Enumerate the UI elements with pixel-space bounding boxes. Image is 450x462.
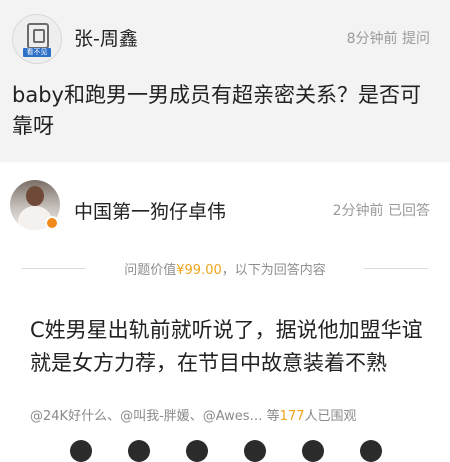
question-text: baby和跑男一男成员有超亲密关系？是否可靠呀 [12, 83, 421, 138]
asker-name[interactable]: 张-周鑫 [74, 24, 138, 51]
divider-line-right [364, 268, 428, 269]
logo-icon [27, 23, 49, 49]
question-card: 看不见 张-周鑫 8分钟前 提问 baby和跑男一男成员有超亲密关系？是否可靠呀 [0, 0, 450, 162]
viewer-suffix: 人已围观 [304, 409, 357, 424]
avatar-badge: 看不见 [23, 48, 51, 57]
viewers-line[interactable]: @24K好什么、@叫我-胖媛、@Awes… 等177人已围观 [30, 405, 357, 424]
verified-icon [45, 216, 59, 230]
viewer-count: 177 [279, 409, 305, 424]
price-value: ¥99.00 [176, 263, 222, 278]
question-time: 8分钟前 [346, 31, 398, 47]
price-divider: 问题价值¥99.00，以下为回答内容 [0, 256, 450, 280]
viewer-avatar[interactable] [186, 440, 208, 462]
question-meta: 8分钟前 提问 [347, 28, 430, 48]
divider-line-left [22, 268, 86, 269]
avatar-head-shape [26, 186, 44, 206]
price-suffix: ，以下为回答内容 [221, 263, 326, 278]
viewer-avatar[interactable] [70, 440, 92, 462]
price-prefix: 问题价值 [124, 263, 177, 278]
viewer-avatar[interactable] [360, 440, 382, 462]
answerer-name[interactable]: 中国第一狗仔卓伟 [74, 197, 226, 224]
viewer-names: @24K好什么、@叫我-胖媛、@Awes… 等 [30, 409, 280, 424]
asker-avatar[interactable]: 看不见 [12, 14, 62, 64]
price-info: 问题价值¥99.00，以下为回答内容 [92, 259, 358, 278]
viewer-avatar[interactable] [302, 440, 324, 462]
question-action: 提问 [402, 31, 430, 47]
answer-time: 2分钟前 [332, 203, 384, 219]
viewer-avatar[interactable] [244, 440, 266, 462]
viewer-avatar[interactable] [128, 440, 150, 462]
answer-status: 已回答 [388, 203, 430, 219]
viewer-avatars [0, 440, 450, 462]
answer-text: C姓男星出轨前就听说了，据说他加盟华谊就是女方力荐，在节目中故意装着不熟 [30, 318, 423, 375]
answer-meta: 2分钟前 已回答 [333, 200, 430, 220]
